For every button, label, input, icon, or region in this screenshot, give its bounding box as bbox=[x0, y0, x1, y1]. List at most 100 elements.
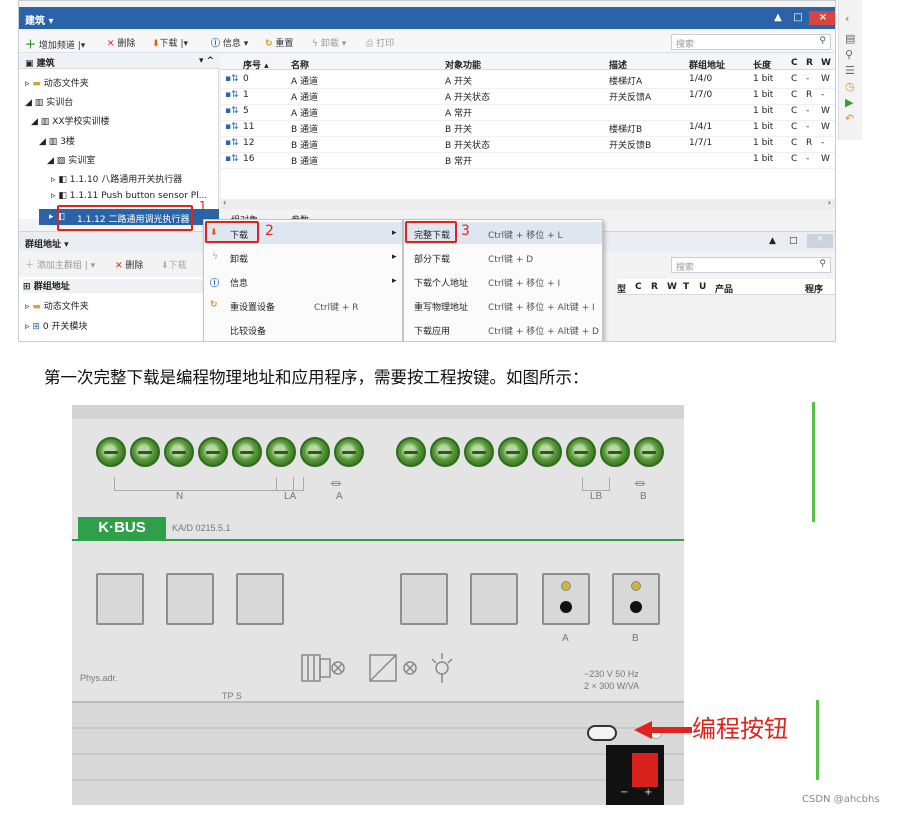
horizontal-scrollbar[interactable]: ‹ › bbox=[221, 198, 835, 209]
print-button[interactable]: ⎙ 打印 bbox=[366, 36, 394, 49]
table-cell[interactable]: 1 bit bbox=[753, 74, 773, 84]
table-cell[interactable]: 开关反馈B bbox=[609, 138, 651, 151]
table-cell[interactable]: 1/7/1 bbox=[689, 138, 712, 148]
submenu-item-download-application[interactable]: 下载应用 Ctrl键 + 移位 + Alt键 + D bbox=[404, 318, 602, 340]
table-cell[interactable]: 1/7/0 bbox=[689, 90, 712, 100]
group-tree-header[interactable]: ⊞ 群组地址 bbox=[23, 279, 219, 293]
menu-item-compare-device[interactable]: 比较设备 bbox=[204, 318, 402, 340]
table-cell[interactable]: R bbox=[806, 138, 812, 148]
submenu-item-partial-download[interactable]: 部分下载 Ctrl键 + D bbox=[404, 246, 602, 268]
table-cell[interactable]: B 常开 bbox=[445, 154, 472, 167]
table-cell[interactable]: C bbox=[791, 74, 797, 84]
table-cell[interactable]: 1 bit bbox=[753, 106, 773, 116]
table-cell[interactable]: 0 bbox=[243, 74, 249, 84]
play-icon[interactable]: ▶ bbox=[845, 96, 853, 109]
column-header-description[interactable]: 描述 bbox=[609, 58, 627, 71]
column-header-r[interactable]: R bbox=[651, 282, 658, 292]
table-cell[interactable]: 1 bbox=[243, 90, 249, 100]
column-header-number[interactable]: 序号 ▴ bbox=[243, 58, 269, 71]
table-cell[interactable]: - bbox=[821, 90, 824, 100]
table-cell[interactable]: B 通道 bbox=[291, 138, 318, 151]
table-cell[interactable]: C bbox=[791, 154, 797, 164]
table-cell[interactable]: 11 bbox=[243, 122, 254, 132]
group-search-input[interactable]: 搜索 ⚲ bbox=[671, 257, 831, 273]
column-header-w[interactable]: W bbox=[821, 58, 831, 68]
column-header-program[interactable]: 程序 bbox=[805, 282, 823, 295]
group-download-button[interactable]: ⬇下载 bbox=[161, 258, 187, 271]
column-header-u[interactable]: U bbox=[699, 282, 706, 292]
tree-item-dynamic-folder[interactable]: ▹ ▬ 动态文件夹 bbox=[25, 76, 89, 89]
table-cell[interactable]: C bbox=[791, 106, 797, 116]
submenu-item-overwrite-physical-address[interactable]: 重写物理地址 Ctrl键 + 移位 + Alt键 + I bbox=[404, 294, 602, 316]
table-cell[interactable]: W bbox=[821, 122, 830, 132]
clock-icon[interactable]: ◷ bbox=[845, 80, 855, 93]
table-cell[interactable]: - bbox=[821, 138, 824, 148]
table-cell[interactable]: 1 bit bbox=[753, 154, 773, 164]
table-cell[interactable]: W bbox=[821, 74, 830, 84]
column-header-c[interactable]: C bbox=[791, 58, 798, 68]
download-button[interactable]: ⬇下载 |▾ bbox=[152, 36, 188, 49]
table-cell[interactable]: C bbox=[791, 90, 797, 100]
column-header-length[interactable]: 长度 bbox=[753, 58, 771, 71]
collapse-icon[interactable]: ▲ bbox=[769, 236, 776, 246]
list-icon[interactable]: ☰ bbox=[845, 64, 855, 77]
close-icon[interactable]: × bbox=[807, 234, 833, 248]
close-button[interactable]: × bbox=[809, 11, 835, 25]
magnifier-icon[interactable]: ⚲ bbox=[845, 48, 853, 61]
table-cell[interactable]: 开关反馈A bbox=[609, 90, 651, 103]
table-cell[interactable]: B 开关状态 bbox=[445, 138, 490, 151]
table-cell[interactable]: - bbox=[806, 154, 809, 164]
programming-button[interactable] bbox=[587, 725, 617, 741]
manual-button[interactable] bbox=[166, 573, 214, 625]
table-cell[interactable]: 楼梯灯B bbox=[609, 122, 642, 135]
table-cell[interactable]: A 通道 bbox=[291, 74, 318, 87]
tree-item-device-1-1-11[interactable]: ▹ ◧ 1.1.11 Push button sensor Pl... bbox=[51, 191, 207, 201]
manual-button[interactable] bbox=[236, 573, 284, 625]
submenu-item-download-individual-address[interactable]: 下载个人地址 Ctrl键 + 移位 + I bbox=[404, 270, 602, 292]
table-cell[interactable]: B 通道 bbox=[291, 154, 318, 167]
table-cell[interactable]: 1 bit bbox=[753, 90, 773, 100]
maximize-button[interactable]: □ bbox=[789, 11, 807, 25]
column-header-name[interactable]: 名称 bbox=[291, 58, 309, 71]
column-header-group-address[interactable]: 群组地址 bbox=[689, 58, 725, 71]
window-title[interactable]: 建筑 ▾ bbox=[25, 12, 54, 27]
column-header-c[interactable]: C bbox=[635, 282, 642, 292]
tree-header[interactable]: ▣ 建筑 ▾ ^ bbox=[19, 54, 219, 69]
menu-item-reset-device[interactable]: ↻ 重设置设备 Ctrl键 + R bbox=[204, 294, 402, 316]
group-tree-dynamic-folder[interactable]: ▹ ▬ 动态文件夹 bbox=[25, 299, 89, 312]
manual-button[interactable] bbox=[96, 573, 144, 625]
table-cell[interactable]: A 通道 bbox=[291, 90, 318, 103]
column-header-w[interactable]: W bbox=[667, 282, 677, 292]
table-cell[interactable]: - bbox=[806, 122, 809, 132]
table-cell[interactable]: A 通道 bbox=[291, 106, 318, 119]
tree-item-school-building[interactable]: ◢ ▥ XX学校实训楼 bbox=[31, 114, 110, 127]
menu-item-info[interactable]: ⓘ 信息 ▸ bbox=[204, 270, 402, 292]
undo-icon[interactable]: ↶ bbox=[845, 112, 854, 125]
menu-item-unload[interactable]: ϟ 卸载 ▸ bbox=[204, 246, 402, 268]
table-cell[interactable]: 16 bbox=[243, 154, 254, 164]
tree-item-training-bench[interactable]: ◢ ▥ 实训台 bbox=[25, 95, 73, 108]
table-cell[interactable]: 1/4/0 bbox=[689, 74, 712, 84]
reset-button[interactable]: ↻ 重置 bbox=[265, 36, 293, 49]
table-cell[interactable]: C bbox=[791, 138, 797, 148]
table-cell[interactable]: B 开关 bbox=[445, 122, 472, 135]
table-cell[interactable]: 楼梯灯A bbox=[609, 74, 642, 87]
scroll-right-icon[interactable]: › bbox=[828, 198, 831, 207]
column-header-type[interactable]: 型 bbox=[617, 282, 626, 295]
manual-button[interactable] bbox=[400, 573, 448, 625]
column-header-function[interactable]: 对象功能 bbox=[445, 58, 481, 71]
table-cell[interactable]: - bbox=[806, 106, 809, 116]
chevron-left-icon[interactable]: ‹ bbox=[845, 12, 849, 25]
maximize-icon[interactable]: □ bbox=[789, 236, 798, 246]
table-cell[interactable]: R bbox=[806, 90, 812, 100]
group-delete-button[interactable]: ✕ 删除 bbox=[115, 258, 143, 271]
table-cell[interactable]: - bbox=[806, 74, 809, 84]
add-channel-button[interactable]: ＋ 增加频道 |▾ bbox=[25, 36, 85, 52]
table-cell[interactable]: 1/4/1 bbox=[689, 122, 712, 132]
scroll-left-icon[interactable]: ‹ bbox=[223, 198, 226, 207]
manual-button[interactable] bbox=[470, 573, 518, 625]
table-cell[interactable]: 1 bit bbox=[753, 122, 773, 132]
table-cell[interactable]: C bbox=[791, 122, 797, 132]
tree-item-device-1-1-10[interactable]: ▹ ◧ 1.1.10 八路通用开关执行器 bbox=[51, 172, 182, 185]
tree-item-training-room[interactable]: ◢ ▨ 实训室 bbox=[47, 153, 95, 166]
